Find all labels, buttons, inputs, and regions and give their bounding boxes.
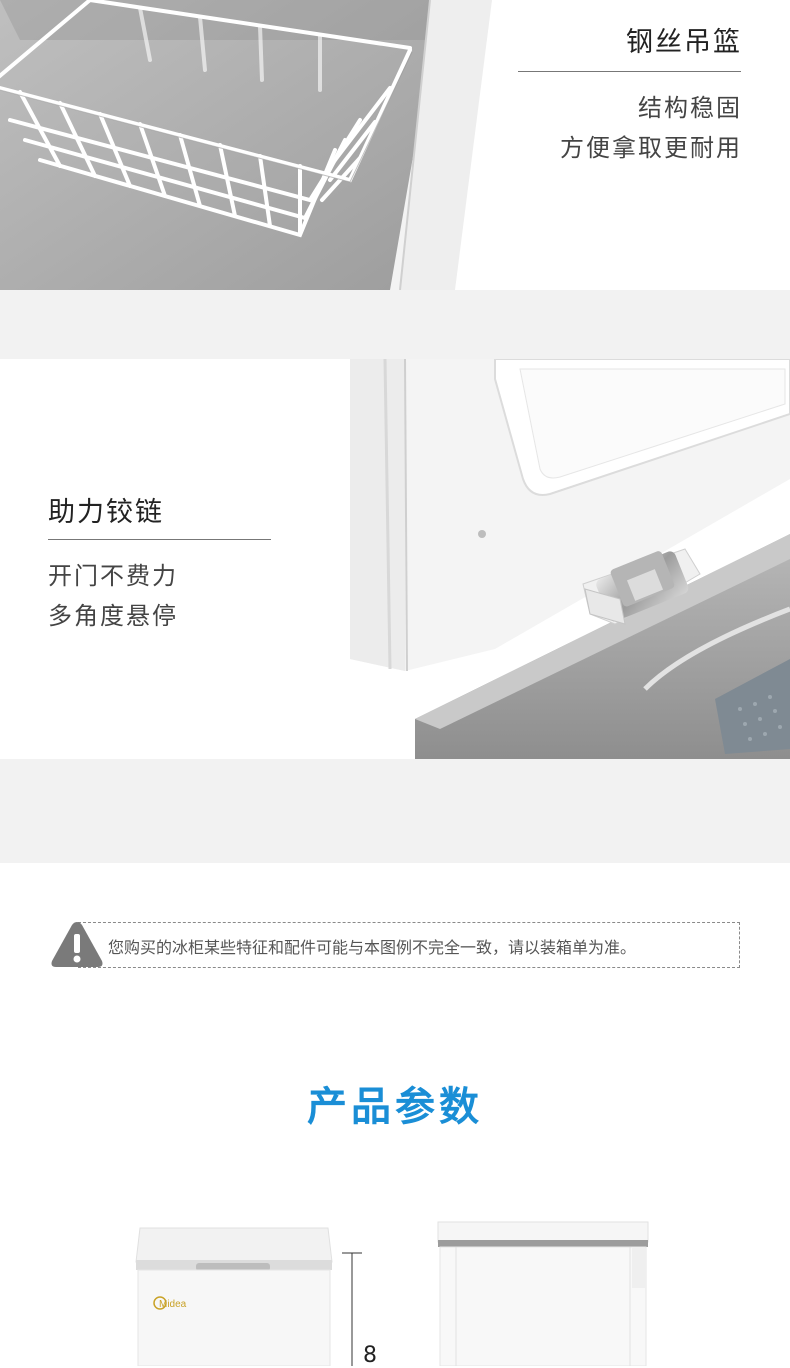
warning-icon <box>51 922 103 967</box>
basket-feature-desc-line1: 结构稳固 <box>638 94 742 122</box>
hinge-feature-desc-line1: 开门不费力 <box>48 562 178 590</box>
title-divider <box>518 71 741 72</box>
section-spacer <box>0 290 790 359</box>
product-params-heading: 产品参数 <box>307 1084 483 1130</box>
wire-basket-photo <box>0 0 492 290</box>
basket-feature-section: 钢丝吊篮 结构稳固 方便拿取更耐用 <box>0 0 790 290</box>
notice-text: 您购买的冰柜某些特征和配件可能与本图例不完全一致，请以装箱单为准。 <box>108 938 637 957</box>
freezer-front-view: Midea <box>135 1227 333 1366</box>
height-dimension-value: 8 <box>363 1343 377 1368</box>
basket-feature-title: 钢丝吊篮 <box>626 27 742 58</box>
basket-feature-desc-line2: 方便拿取更耐用 <box>560 134 742 162</box>
title-divider <box>48 539 271 540</box>
section-spacer <box>0 759 790 863</box>
hinge-feature-title: 助力铰链 <box>48 497 164 528</box>
brand-logo-text: Midea <box>159 1299 187 1310</box>
hinge-feature-section: 助力铰链 开门不费力 多角度悬停 <box>0 359 790 759</box>
hinge-photo <box>345 359 790 759</box>
freezer-side-view <box>437 1221 649 1366</box>
disclaimer-notice: 您购买的冰柜某些特征和配件可能与本图例不完全一致，请以装箱单为准。 <box>50 920 740 969</box>
hinge-feature-desc-line2: 多角度悬停 <box>48 602 178 630</box>
